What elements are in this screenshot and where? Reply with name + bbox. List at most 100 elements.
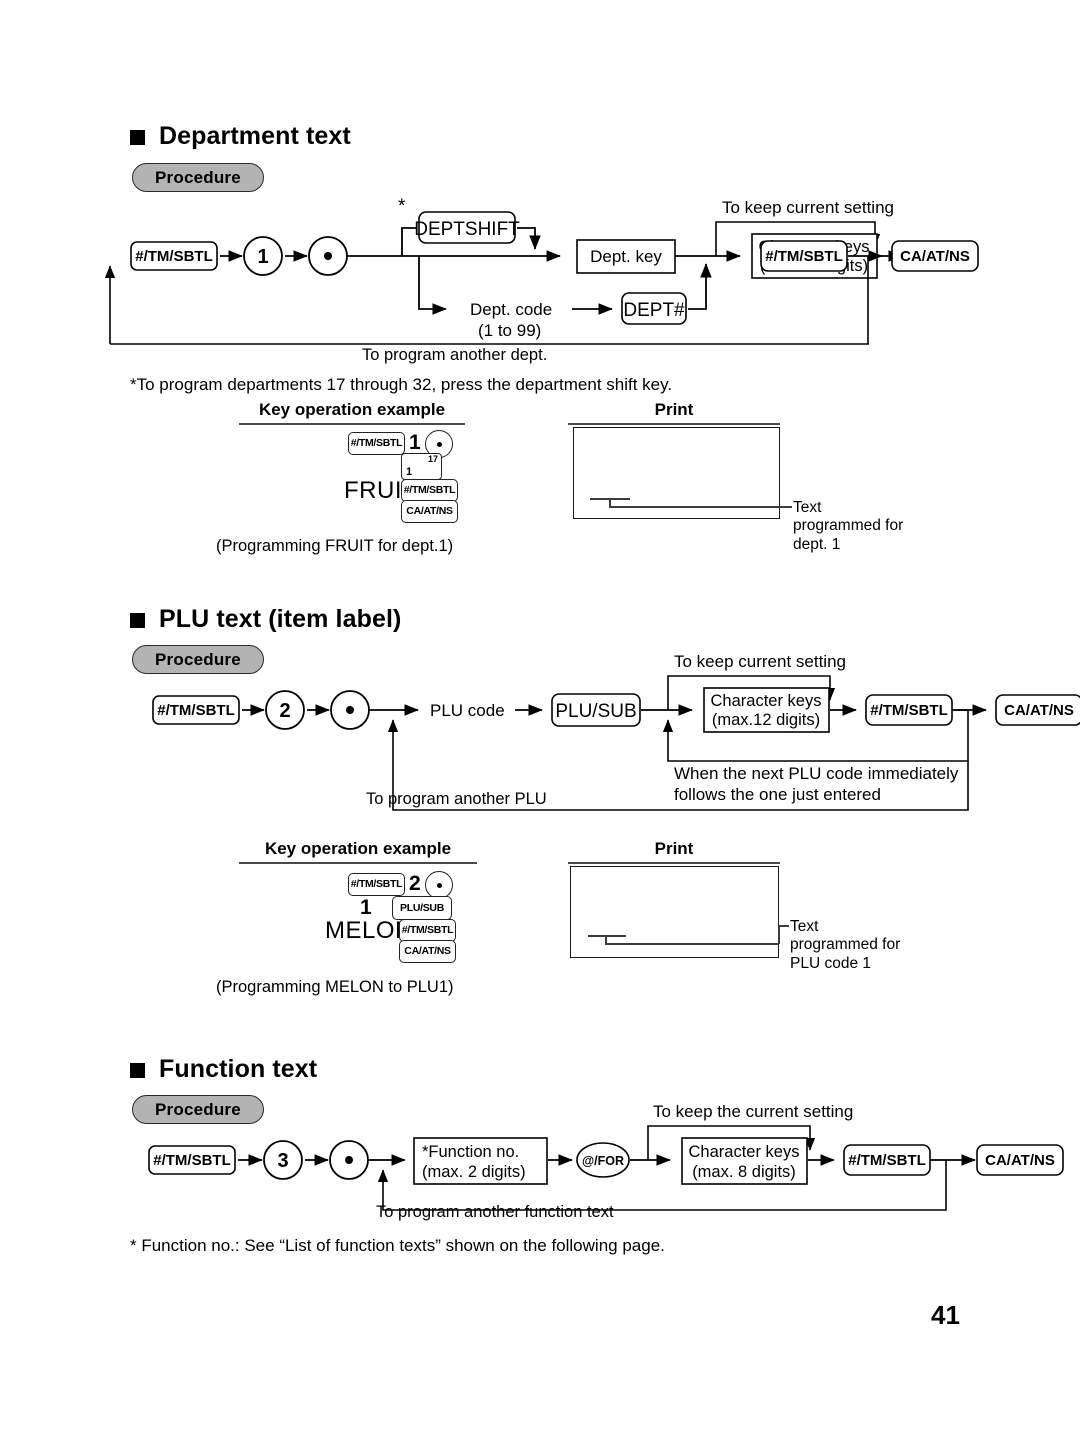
flow-box-character-keys-line1: Character keys	[711, 692, 822, 710]
example-caption-1: (Programming FRUIT for dept.1)	[216, 537, 454, 555]
example-key-dept1-17-high: 17	[427, 454, 438, 464]
flow-key-at-for-label: @/FOR	[582, 1154, 624, 1168]
example-key-tm-sbtl-confirm-1: #/TM/SBTL	[401, 479, 458, 502]
flow-mode-number: 3	[263, 1140, 303, 1180]
flowchart-plu-finish: CA/AT/NS	[958, 648, 1080, 768]
flow-key-finish-label: CA/AT/NS	[900, 248, 970, 265]
footnote-function: * Function no.: See “List of function te…	[130, 1236, 665, 1255]
flow-decimal-key	[330, 690, 370, 730]
flow-box-dept-key-label: Dept. key	[590, 247, 662, 266]
example-key-ca-at-ns-2: CA/AT/NS	[399, 940, 456, 963]
bullet-square-icon	[130, 1063, 145, 1078]
print-receipt-line-a-2	[588, 935, 626, 937]
footnote-department: *To program departments 17 through 32, p…	[130, 375, 673, 394]
flow-key-start: #/TM/SBTL	[130, 241, 218, 271]
section-heading-department-text: Department text	[130, 122, 351, 151]
flow-label-loop-function: To program another function text	[376, 1203, 614, 1221]
flow-key-deptshift-label: DEPTSHIFT	[414, 219, 520, 240]
example-digit-2: 2	[409, 872, 421, 895]
flow-key-finish: CA/AT/NS	[995, 694, 1080, 726]
flow-box-character-keys-line2: (max.12 digits)	[712, 711, 820, 729]
print-callout-leader-h-2	[778, 925, 789, 927]
flow-label-loop-plu: To program another PLU	[366, 790, 547, 808]
flow-key-confirm: #/TM/SBTL	[760, 240, 848, 272]
flow-label-inner-loop-line2: follows the one just entered	[674, 785, 881, 804]
example-key-tm-sbtl-confirm-2: #/TM/SBTL	[399, 919, 456, 942]
flow-key-at-for: @/FOR	[576, 1142, 630, 1178]
flow-box-character-keys: Character keys (max.12 digits)	[703, 687, 830, 733]
decimal-dot-icon	[436, 882, 442, 888]
flow-key-start-label: #/TM/SBTL	[157, 702, 235, 719]
procedure-badge-label: Procedure	[155, 167, 241, 187]
flow-box-function-no-line2: (max. 2 digits)	[422, 1163, 526, 1181]
flow-asterisk-marker: *	[398, 196, 406, 217]
flow-box-function-no: *Function no. (max. 2 digits)	[413, 1137, 548, 1185]
example-key-tm-sbtl-1: #/TM/SBTL	[348, 432, 405, 455]
flow-key-confirm-label: #/TM/SBTL	[870, 702, 948, 719]
flowchart-department-text-tail: #/TM/SBTL CA/AT/NS	[104, 196, 1010, 361]
flow-label-keep-setting: To keep current setting	[674, 652, 846, 671]
example-digit-1: 1	[409, 431, 421, 454]
flow-box-character-keys-line1: Character keys	[689, 1143, 800, 1161]
flow-key-start: #/TM/SBTL	[152, 695, 240, 725]
example-key-dept1-17: 1 17	[401, 453, 442, 480]
flow-key-start: #/TM/SBTL	[148, 1145, 236, 1175]
flow-key-plu-sub-label: PLU/SUB	[555, 701, 636, 722]
flowchart-function-finish: CA/AT/NS	[975, 1098, 1080, 1218]
print-callout-text-2: Text programmed for PLU code 1	[790, 918, 901, 972]
flow-text-plu-code: PLU code	[430, 701, 505, 720]
header-print-1: Print	[568, 400, 780, 425]
flow-box-character-keys-line2: (max. 8 digits)	[692, 1163, 796, 1181]
header-print-2: Print	[568, 839, 780, 864]
bullet-square-icon	[130, 130, 145, 145]
flow-mode-number-label: 2	[279, 700, 290, 722]
flow-key-finish-label: CA/AT/NS	[985, 1152, 1055, 1169]
example-caption-2: (Programming MELON to PLU1)	[216, 978, 454, 996]
flowchart-plu-text: #/TM/SBTL 2 PLU code PLU/SUB To keep cur…	[130, 648, 969, 813]
flow-label-inner-loop-line1: When the next PLU code immediately	[674, 764, 959, 783]
header-key-operation-example-2: Key operation example	[239, 839, 477, 864]
flow-key-start-label: #/TM/SBTL	[135, 248, 213, 265]
flow-key-finish: CA/AT/NS	[976, 1144, 1064, 1176]
page-number: 41	[931, 1300, 960, 1330]
print-callout-leader-1	[778, 506, 792, 508]
flow-box-function-no-line1: *Function no.	[422, 1143, 519, 1161]
decimal-dot-icon	[436, 441, 442, 447]
section-title: Department text	[159, 122, 351, 150]
flow-mode-number: 1	[243, 236, 283, 276]
flow-key-finish: CA/AT/NS	[891, 240, 979, 272]
procedure-badge-department: Procedure	[132, 163, 264, 192]
flow-key-confirm-label: #/TM/SBTL	[848, 1152, 926, 1169]
flow-label-loop-dept: To program another dept.	[362, 346, 548, 364]
flow-key-confirm-label: #/TM/SBTL	[765, 248, 843, 265]
flow-key-start-label: #/TM/SBTL	[153, 1152, 231, 1169]
manual-page: Department text Procedure #/TM/SBTL 1 * …	[0, 0, 1080, 1430]
flow-key-finish-label: CA/AT/NS	[1004, 702, 1074, 719]
example-key-decimal-2	[425, 871, 453, 899]
flow-mode-number-label: 3	[277, 1150, 288, 1172]
section-heading-function-text: Function text	[130, 1055, 317, 1084]
flow-box-dept-key: Dept. key	[576, 239, 676, 274]
flow-key-plu-sub: PLU/SUB	[551, 693, 641, 727]
flow-key-confirm: #/TM/SBTL	[865, 694, 953, 726]
example-key-ca-at-ns-1: CA/AT/NS	[401, 500, 458, 523]
section-title: PLU text (item label)	[159, 605, 402, 633]
flow-box-character-keys: Character keys (max. 8 digits)	[681, 1137, 808, 1185]
flow-mode-number-label: 1	[257, 246, 268, 268]
flow-key-deptshift: DEPTSHIFT	[414, 211, 520, 244]
example-key-tm-sbtl-2: #/TM/SBTL	[348, 873, 405, 896]
section-heading-plu-text: PLU text (item label)	[130, 605, 401, 634]
flow-key-dept-hash: DEPT#	[621, 292, 687, 325]
section-title: Function text	[159, 1055, 318, 1083]
flow-label-keep-setting: To keep the current setting	[653, 1102, 853, 1121]
flow-text-dept-code-range: (1 to 99)	[478, 321, 541, 340]
flow-decimal-key	[329, 1140, 369, 1180]
bullet-square-icon	[130, 613, 145, 628]
print-receipt-line-c-1	[609, 506, 780, 508]
flow-key-confirm: #/TM/SBTL	[843, 1144, 931, 1176]
print-callout-text-1: Text programmed for dept. 1	[793, 499, 904, 553]
flow-key-dept-hash-label: DEPT#	[623, 300, 685, 321]
header-key-operation-example-1: Key operation example	[239, 400, 465, 425]
print-receipt-line-c-2	[605, 943, 778, 945]
print-callout-leader-v-2	[778, 925, 780, 944]
